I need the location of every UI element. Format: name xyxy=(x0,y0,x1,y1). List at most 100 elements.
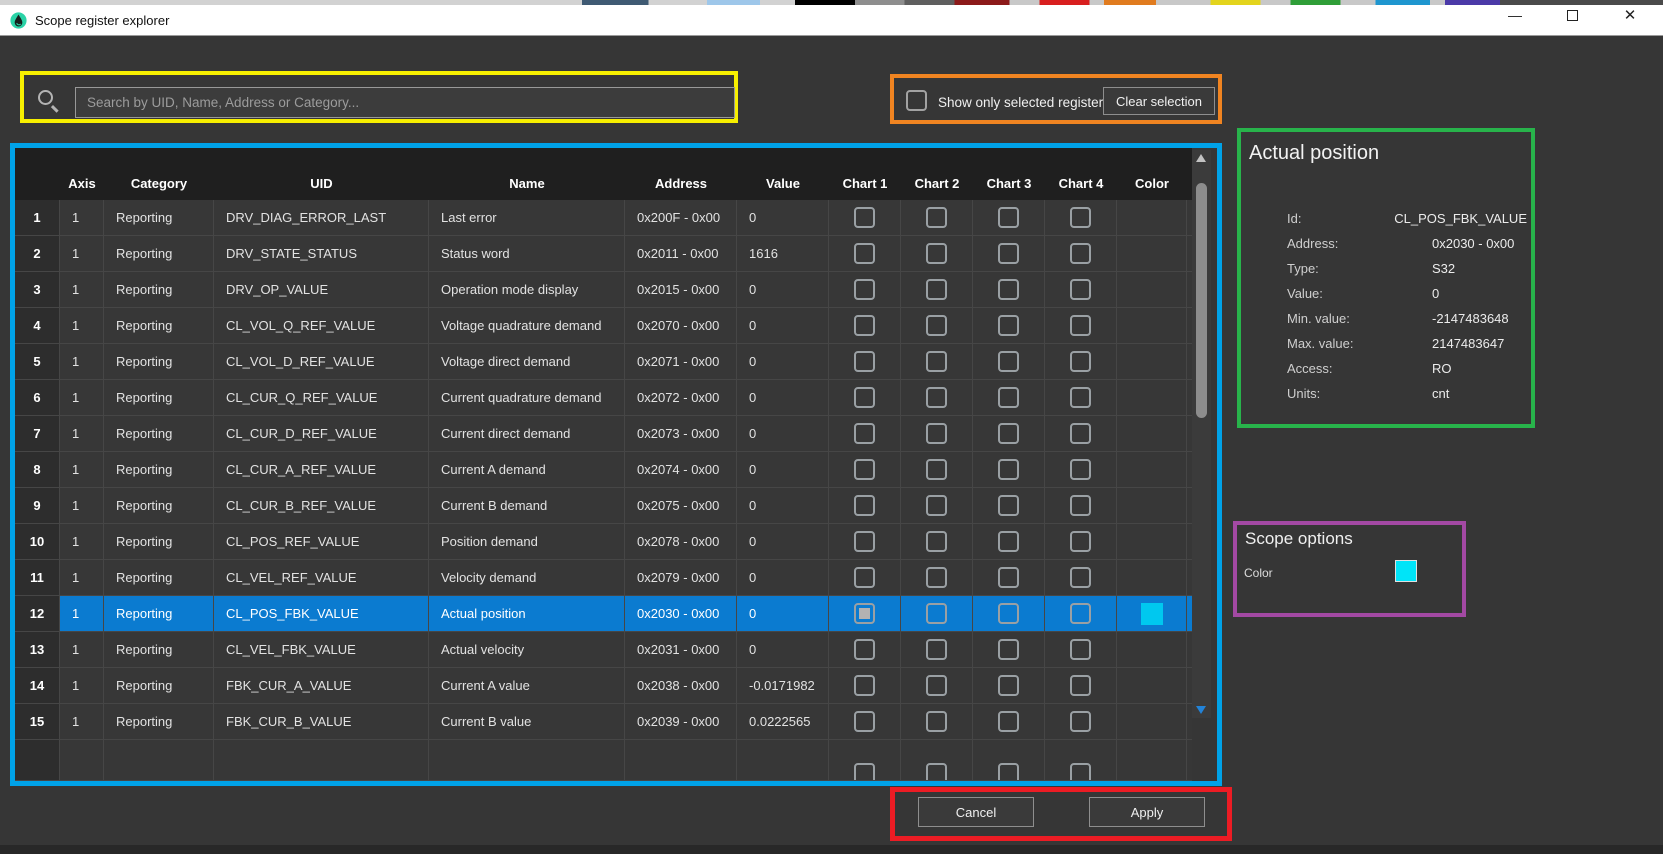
chart3-checkbox[interactable] xyxy=(998,279,1019,300)
chart2-checkbox[interactable] xyxy=(926,207,947,228)
table-row[interactable]: 21ReportingDRV_STATE_STATUSStatus word0x… xyxy=(15,236,1192,272)
chart4-checkbox[interactable] xyxy=(1070,279,1091,300)
column-header[interactable]: Chart 2 xyxy=(901,148,973,200)
table-row[interactable]: 71ReportingCL_CUR_D_REF_VALUECurrent dir… xyxy=(15,416,1192,452)
maximize-button[interactable] xyxy=(1549,0,1595,30)
chart3-checkbox[interactable] xyxy=(998,603,1019,624)
chart2-checkbox[interactable] xyxy=(926,711,947,732)
chart4-checkbox[interactable] xyxy=(1070,639,1091,660)
chart3-checkbox[interactable] xyxy=(998,763,1019,782)
chart2-checkbox[interactable] xyxy=(926,567,947,588)
column-header[interactable]: Address xyxy=(625,148,737,200)
chart1-checkbox[interactable] xyxy=(854,763,875,782)
chart3-checkbox[interactable] xyxy=(998,567,1019,588)
table-row[interactable]: 61ReportingCL_CUR_Q_REF_VALUECurrent qua… xyxy=(15,380,1192,416)
table-row[interactable]: 101ReportingCL_POS_REF_VALUEPosition dem… xyxy=(15,524,1192,560)
table-row[interactable]: 151ReportingFBK_CUR_B_VALUECurrent B val… xyxy=(15,704,1192,740)
chart4-checkbox[interactable] xyxy=(1070,243,1091,264)
column-header[interactable]: Chart 3 xyxy=(973,148,1045,200)
column-header[interactable] xyxy=(15,148,60,200)
chart2-checkbox[interactable] xyxy=(926,495,947,516)
chart3-checkbox[interactable] xyxy=(998,639,1019,660)
chart4-checkbox[interactable] xyxy=(1070,495,1091,516)
table-row[interactable]: 131ReportingCL_VEL_FBK_VALUEActual veloc… xyxy=(15,632,1192,668)
register-table[interactable]: AxisCategoryUIDNameAddressValueChart 1Ch… xyxy=(15,148,1192,781)
chart1-checkbox[interactable] xyxy=(854,351,875,372)
chart1-checkbox[interactable] xyxy=(854,459,875,480)
chart2-checkbox[interactable] xyxy=(926,387,947,408)
column-header[interactable]: UID xyxy=(214,148,429,200)
table-row[interactable]: 41ReportingCL_VOL_Q_REF_VALUEVoltage qua… xyxy=(15,308,1192,344)
clear-selection-button[interactable]: Clear selection xyxy=(1103,87,1215,115)
chart2-checkbox[interactable] xyxy=(926,603,947,624)
chart2-checkbox[interactable] xyxy=(926,763,947,782)
column-header[interactable]: Category xyxy=(104,148,214,200)
chart3-checkbox[interactable] xyxy=(998,423,1019,444)
chart3-checkbox[interactable] xyxy=(998,531,1019,552)
column-header[interactable]: Axis xyxy=(60,148,104,200)
column-header[interactable]: Color xyxy=(1117,148,1187,200)
chart1-checkbox[interactable] xyxy=(854,531,875,552)
chart4-checkbox[interactable] xyxy=(1070,459,1091,480)
chart1-checkbox[interactable] xyxy=(854,315,875,336)
chart2-checkbox[interactable] xyxy=(926,243,947,264)
table-row[interactable]: 31ReportingDRV_OP_VALUEOperation mode di… xyxy=(15,272,1192,308)
chart4-checkbox[interactable] xyxy=(1070,423,1091,444)
chart1-checkbox[interactable] xyxy=(854,423,875,444)
chart1-checkbox[interactable] xyxy=(854,207,875,228)
chart4-checkbox[interactable] xyxy=(1070,763,1091,782)
chart3-checkbox[interactable] xyxy=(998,459,1019,480)
scroll-down-icon[interactable] xyxy=(1196,706,1206,714)
table-row[interactable] xyxy=(15,740,1192,781)
chart4-checkbox[interactable] xyxy=(1070,567,1091,588)
scope-color-swatch[interactable] xyxy=(1395,560,1417,582)
chart4-checkbox[interactable] xyxy=(1070,711,1091,732)
chart4-checkbox[interactable] xyxy=(1070,207,1091,228)
chart2-checkbox[interactable] xyxy=(926,351,947,372)
close-button[interactable]: ✕ xyxy=(1607,0,1653,30)
minimize-button[interactable]: — xyxy=(1492,0,1538,30)
chart3-checkbox[interactable] xyxy=(998,495,1019,516)
chart4-checkbox[interactable] xyxy=(1070,531,1091,552)
chart1-checkbox[interactable] xyxy=(854,387,875,408)
chart1-checkbox[interactable] xyxy=(854,675,875,696)
chart2-checkbox[interactable] xyxy=(926,531,947,552)
chart1-checkbox[interactable] xyxy=(854,279,875,300)
table-row[interactable]: 11ReportingDRV_DIAG_ERROR_LASTLast error… xyxy=(15,200,1192,236)
chart1-checkbox[interactable] xyxy=(854,243,875,264)
scrollbar-thumb[interactable] xyxy=(1196,183,1207,418)
title-bar[interactable]: Scope register explorer xyxy=(0,5,1663,36)
chart2-checkbox[interactable] xyxy=(926,279,947,300)
chart4-checkbox[interactable] xyxy=(1070,387,1091,408)
chart3-checkbox[interactable] xyxy=(998,315,1019,336)
table-row[interactable]: 111ReportingCL_VEL_REF_VALUEVelocity dem… xyxy=(15,560,1192,596)
table-row[interactable]: 91ReportingCL_CUR_B_REF_VALUECurrent B d… xyxy=(15,488,1192,524)
table-row[interactable]: 121ReportingCL_POS_FBK_VALUEActual posit… xyxy=(15,596,1192,632)
chart4-checkbox[interactable] xyxy=(1070,603,1091,624)
chart4-checkbox[interactable] xyxy=(1070,675,1091,696)
chart1-checkbox[interactable] xyxy=(854,603,875,624)
chart4-checkbox[interactable] xyxy=(1070,315,1091,336)
chart3-checkbox[interactable] xyxy=(998,675,1019,696)
scroll-up-icon[interactable] xyxy=(1196,154,1206,162)
column-header[interactable]: Chart 1 xyxy=(829,148,901,200)
chart2-checkbox[interactable] xyxy=(926,423,947,444)
table-row[interactable]: 81ReportingCL_CUR_A_REF_VALUECurrent A d… xyxy=(15,452,1192,488)
chart1-checkbox[interactable] xyxy=(854,639,875,660)
chart3-checkbox[interactable] xyxy=(998,711,1019,732)
table-row[interactable]: 141ReportingFBK_CUR_A_VALUECurrent A val… xyxy=(15,668,1192,704)
chart2-checkbox[interactable] xyxy=(926,459,947,480)
chart4-checkbox[interactable] xyxy=(1070,351,1091,372)
chart3-checkbox[interactable] xyxy=(998,351,1019,372)
search-input[interactable] xyxy=(75,87,735,118)
row-color-swatch[interactable] xyxy=(1141,603,1163,625)
column-header[interactable]: Name xyxy=(429,148,625,200)
chart3-checkbox[interactable] xyxy=(998,387,1019,408)
column-header[interactable]: Value xyxy=(737,148,829,200)
chart1-checkbox[interactable] xyxy=(854,567,875,588)
table-row[interactable]: 51ReportingCL_VOL_D_REF_VALUEVoltage dir… xyxy=(15,344,1192,380)
chart1-checkbox[interactable] xyxy=(854,711,875,732)
column-header[interactable]: Chart 4 xyxy=(1045,148,1117,200)
show-only-selected-checkbox[interactable] xyxy=(906,90,927,111)
apply-button[interactable]: Apply xyxy=(1089,797,1205,827)
